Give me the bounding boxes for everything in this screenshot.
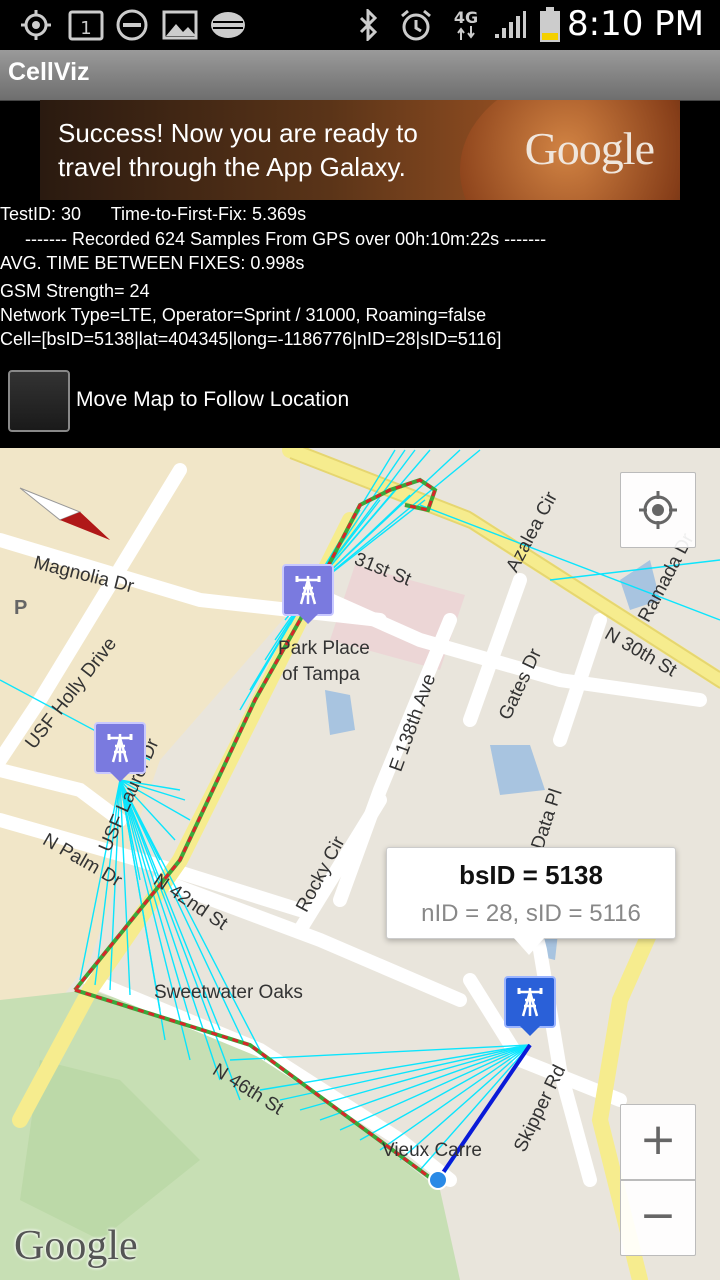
wifi-icon (208, 8, 248, 42)
zoom-in-button[interactable]: + (620, 1104, 696, 1180)
data-arrows-icon: 4G (446, 8, 486, 42)
bluetooth-icon (350, 8, 386, 42)
ad-banner[interactable]: Success! Now you are ready to travel thr… (40, 100, 680, 200)
status-bar: 1 4G 8:10 PM (0, 0, 720, 50)
parking-icon: P (14, 597, 28, 619)
app-title: CellViz (8, 58, 90, 86)
tower-info-bubble[interactable]: bsID = 5138 nID = 28, sID = 5116 (386, 847, 676, 955)
cell-tower-marker-selected[interactable] (504, 976, 556, 1036)
label-of-tampa: of Tampa (282, 664, 360, 685)
my-location-button[interactable] (620, 472, 696, 548)
info-cell: Cell=[bsID=5138|lat=404345|long=-1186776… (0, 329, 502, 349)
cell-tower-icon (282, 564, 334, 616)
calendar-day: 1 (80, 18, 91, 39)
network-type: 4G (453, 8, 479, 27)
cell-tower-marker[interactable] (94, 722, 146, 782)
info-gsm: GSM Strength= 24 (0, 281, 150, 301)
label-sweetwater-oaks: Sweetwater Oaks (154, 982, 303, 1003)
clock: 8:10 PM (567, 4, 704, 44)
gallery-icon (160, 8, 200, 42)
calendar-icon: 1 (66, 8, 106, 42)
ad-message: Success! Now you are ready to travel thr… (58, 118, 418, 182)
cell-tower-icon (504, 976, 556, 1028)
ad-logo: Google (524, 123, 655, 174)
signal-icon (490, 8, 530, 42)
cell-tower-icon (94, 722, 146, 774)
google-logo: Google (14, 1223, 138, 1269)
cell-tower-marker[interactable] (282, 564, 334, 624)
crosshair-icon (639, 491, 677, 529)
info-avg-time: AVG. TIME BETWEEN FIXES: 0.998s (0, 253, 305, 273)
do-not-disturb-icon (112, 8, 152, 42)
info-test-id: TestID: 30 Time-to-First-Fix: 5.369s (0, 204, 307, 224)
bubble-subtitle: nID = 28, sID = 5116 (421, 900, 641, 927)
label-vieux-carre: Vieux Carre (382, 1140, 482, 1161)
follow-location-row[interactable]: Move Map to Follow Location (0, 370, 720, 432)
alarm-icon (396, 8, 436, 42)
map-view[interactable]: Magnolia Dr P 31st St Azalea Cir Ramada … (0, 448, 720, 1280)
gps-icon (16, 8, 56, 42)
follow-location-label: Move Map to Follow Location (76, 388, 350, 411)
bubble-title: bsID = 5138 (459, 860, 603, 890)
info-recorded: ------- Recorded 624 Samples From GPS ov… (0, 229, 547, 249)
follow-location-checkbox[interactable] (8, 370, 70, 432)
bubble-tail (513, 937, 545, 955)
info-network: Network Type=LTE, Operator=Sprint / 3100… (0, 305, 487, 325)
app-title-bar: CellViz (0, 50, 720, 101)
zoom-out-button[interactable]: − (620, 1180, 696, 1256)
battery-icon (532, 7, 568, 42)
label-park-place: Park Place (278, 638, 370, 659)
